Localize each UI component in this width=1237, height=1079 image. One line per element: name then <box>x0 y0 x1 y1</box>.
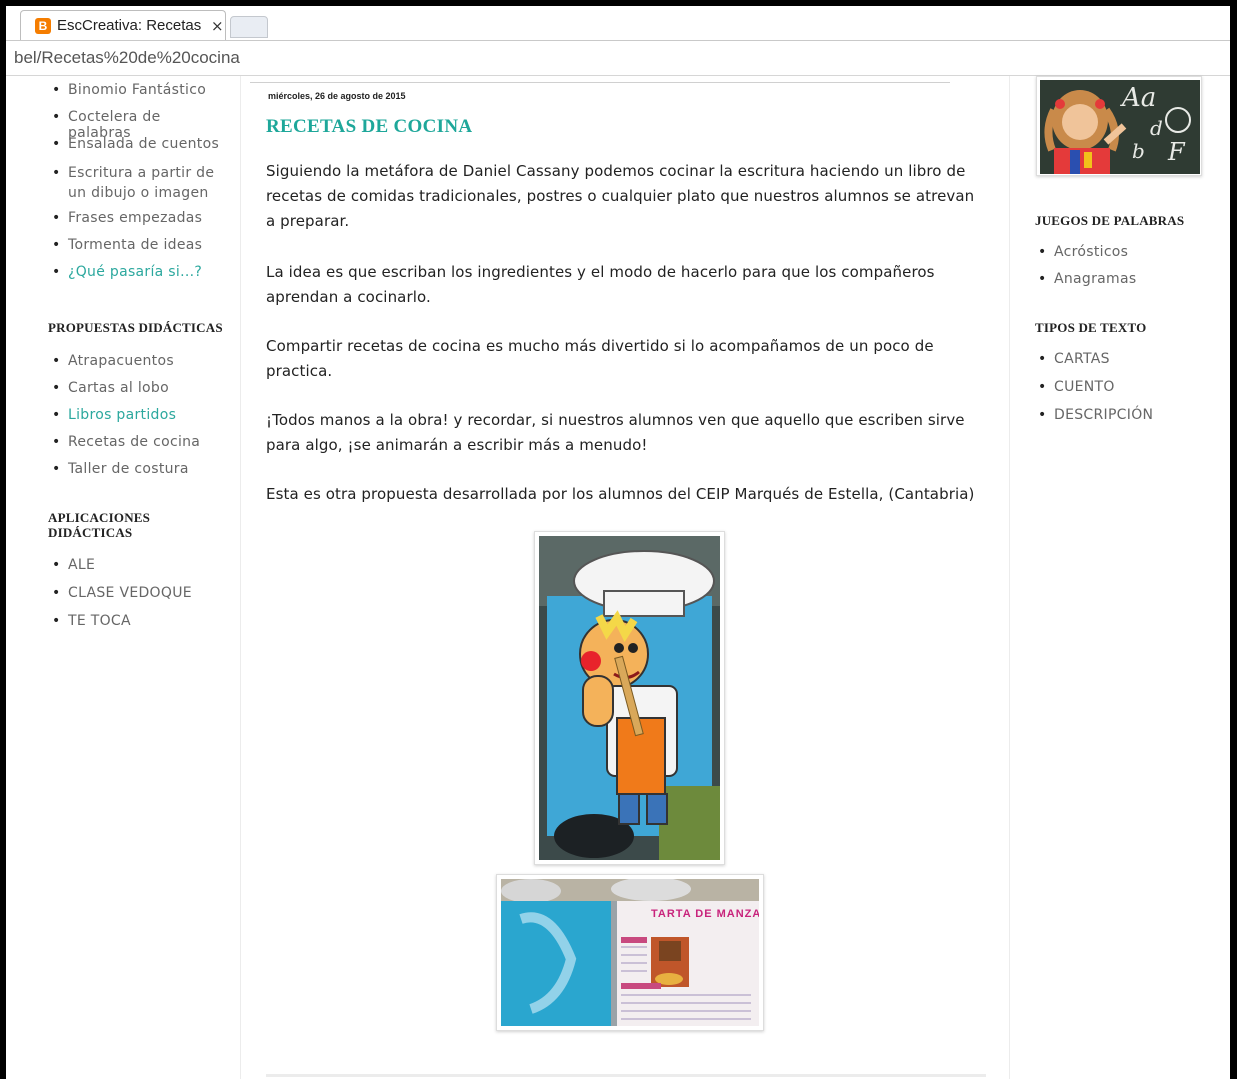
divider <box>250 82 950 83</box>
sidebar-link[interactable]: Libros partidos <box>42 407 222 434</box>
svg-text:Aa: Aa <box>1120 83 1156 113</box>
sidebar-link[interactable]: Acrósticos <box>1028 244 1218 271</box>
sidebar-link[interactable]: Binomio Fantástico <box>42 82 222 109</box>
sidebar-link[interactable]: Frases empezadas <box>42 210 222 237</box>
sidebar-link[interactable]: CUENTO <box>1028 379 1218 407</box>
post-column: miércoles, 26 de agosto de 2015 RECETAS … <box>242 76 1009 1079</box>
sidebar-link[interactable]: Taller de costura <box>42 461 222 488</box>
new-tab-button[interactable] <box>230 16 268 38</box>
svg-text:b: b <box>1132 139 1145 163</box>
sidebar-link[interactable]: Anagramas <box>1028 271 1218 298</box>
sidebar-link[interactable]: ¿Qué pasaría si...? <box>42 264 222 291</box>
chef-illustration <box>539 536 720 860</box>
sidebar-link[interactable]: Tormenta de ideas <box>42 237 222 264</box>
sidebar-link[interactable]: Coctelera de palabras <box>42 109 222 141</box>
photo2-heading: TARTA DE MANZANA <box>651 908 759 920</box>
propuestas-list: Atrapacuentos Cartas al lobo Libros part… <box>42 353 222 488</box>
tab-strip: B EscCreativa: Recetas × <box>6 6 1230 41</box>
post-paragraph: La idea es que escriban los ingredientes… <box>266 263 935 306</box>
post-paragraph: Esta es otra propuesta desarrollada por … <box>266 485 975 503</box>
header-image[interactable]: Aa d b F <box>1036 76 1202 176</box>
browser-tab[interactable]: B EscCreativa: Recetas × <box>20 10 226 40</box>
sidebar-link[interactable]: TE TOCA <box>42 613 222 641</box>
address-bar[interactable]: bel/Recetas%20de%20cocina <box>6 41 1230 76</box>
blogger-icon: B <box>35 18 51 34</box>
tipos-list: CARTAS CUENTO DESCRIPCIÓN <box>1028 351 1218 435</box>
recipe-book-photo[interactable]: TARTA DE MANZANA <box>496 874 778 1031</box>
sidebar-link[interactable]: CLASE VEDOQUE <box>42 585 222 613</box>
chef-notebook-photo[interactable] <box>534 531 725 865</box>
sidebar-link[interactable]: Atrapacuentos <box>42 353 222 380</box>
divider <box>266 1074 986 1077</box>
juegos-heading: JUEGOS DE PALABRAS <box>1035 213 1185 228</box>
svg-text:F: F <box>1167 138 1186 166</box>
sidebar-link[interactable]: Cartas al lobo <box>42 380 222 407</box>
post-paragraph: Siguiendo la metáfora de Daniel Cassany … <box>266 162 975 230</box>
left-sidebar: Binomio Fantástico Coctelera de palabras… <box>6 76 241 1079</box>
post-paragraph: ¡Todos manos a la obra! y recordar, si n… <box>266 411 965 454</box>
aplicaciones-list: ALE CLASE VEDOQUE TE TOCA <box>42 557 222 641</box>
sidebar-link[interactable]: CARTAS <box>1028 351 1218 379</box>
right-sidebar: Aa d b F JUEGOS DE PALABRAS • Acrósticos… <box>1009 76 1230 1079</box>
sidebar-link[interactable]: Recetas de cocina <box>42 434 222 461</box>
post-title[interactable]: RECETAS DE COCINA <box>266 116 472 138</box>
propuestas-heading: PROPUESTAS DIDÁCTICAS <box>48 320 223 335</box>
svg-text:d: d <box>1150 116 1163 140</box>
tab-title: EscCreativa: Recetas <box>57 17 202 34</box>
browser-window: B EscCreativa: Recetas × bel/Recetas%20d… <box>6 6 1230 1079</box>
chalkboard-girl-illustration: Aa d b F <box>1040 80 1200 174</box>
sidebar-link[interactable]: Ensalada de cuentos <box>42 136 222 163</box>
post-paragraph: Compartir recetas de cocina es mucho más… <box>266 337 934 380</box>
post-date: miércoles, 26 de agosto de 2015 <box>268 91 406 101</box>
recipe-book-illustration: TARTA DE MANZANA <box>501 877 778 1026</box>
juegos-list: Acrósticos Anagramas <box>1028 244 1218 298</box>
sidebar-link[interactable]: DESCRIPCIÓN <box>1028 407 1218 435</box>
address-url[interactable]: bel/Recetas%20de%20cocina <box>14 48 240 68</box>
blog-page: Binomio Fantástico Coctelera de palabras… <box>6 76 1230 1079</box>
aplicaciones-heading: APLICACIONES DIDÁCTICAS <box>48 510 151 540</box>
sidebar-link[interactable]: Escritura a partir de un dibujo o imagen <box>42 163 218 210</box>
close-tab-icon[interactable]: × <box>211 17 224 35</box>
tipos-heading: TIPOS DE TEXTO <box>1035 320 1147 335</box>
technique-list: Binomio Fantástico Coctelera de palabras… <box>42 82 222 291</box>
sidebar-link[interactable]: ALE <box>42 557 222 585</box>
